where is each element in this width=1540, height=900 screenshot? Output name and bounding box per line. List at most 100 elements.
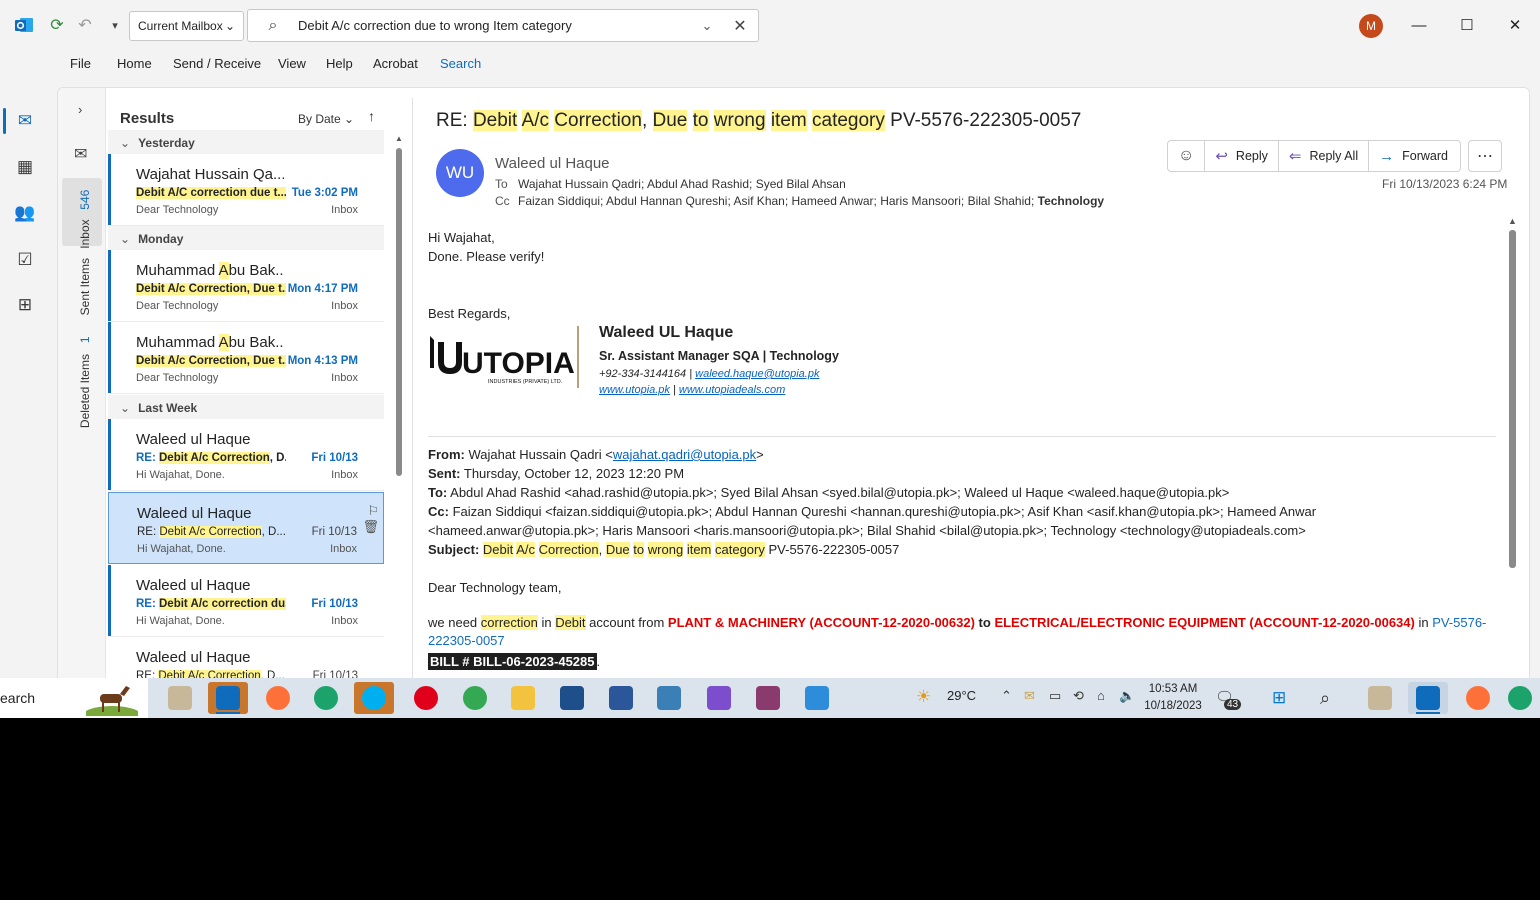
search-options-chevron-icon[interactable]: ⌄ bbox=[692, 18, 722, 34]
visual-studio-icon[interactable] bbox=[699, 682, 739, 714]
body-dear: Dear Technology team, bbox=[428, 580, 562, 595]
signature-email-link[interactable]: waleed.haque@utopia.pk bbox=[695, 368, 819, 380]
opera-icon[interactable] bbox=[406, 682, 446, 714]
list-item[interactable]: Muhammad Abu Bak... Debit A/c Correction… bbox=[108, 322, 384, 394]
weather-temp[interactable]: 29°C bbox=[947, 688, 976, 703]
reply-all-button[interactable]: ⇐ Reply All bbox=[1279, 141, 1370, 171]
maximize-icon[interactable]: ☐ bbox=[1452, 12, 1482, 38]
sender-avatar[interactable]: WU bbox=[436, 149, 484, 197]
volume-icon[interactable]: 🔈 bbox=[1119, 688, 1135, 704]
account-avatar[interactable]: M bbox=[1359, 14, 1383, 38]
mail-tray-icon[interactable]: ✉ bbox=[1024, 688, 1035, 704]
group-last-week[interactable]: ⌄ Last Week bbox=[108, 395, 384, 419]
sort-by-date-dropdown[interactable]: By Date ⌄ bbox=[298, 112, 354, 126]
tab-send-receive[interactable]: Send / Receive bbox=[173, 56, 261, 71]
item-folder: Inbox bbox=[331, 469, 358, 481]
close-icon[interactable]: ✕ bbox=[1500, 12, 1530, 38]
photos-icon[interactable] bbox=[797, 682, 837, 714]
flag-icon[interactable]: ⚐ bbox=[367, 503, 379, 519]
scroll-up-icon[interactable]: ▲ bbox=[1508, 216, 1517, 226]
outlook-taskbar-icon[interactable] bbox=[208, 682, 248, 714]
item-folder: Inbox bbox=[331, 615, 358, 627]
windows-start-icon[interactable]: ⊞ bbox=[1272, 688, 1286, 708]
body-request-cont: 222305-0057 bbox=[428, 633, 505, 648]
folder-inbox[interactable]: Inbox 546 bbox=[78, 184, 92, 249]
sync-tray-icon[interactable]: ⟲ bbox=[1073, 688, 1084, 704]
tab-acrobat[interactable]: Acrobat bbox=[373, 56, 418, 71]
firefox-icon-2[interactable] bbox=[1458, 682, 1498, 714]
outlook-taskbar-icon-2[interactable] bbox=[1408, 682, 1448, 714]
calendar-icon[interactable]: ▦ bbox=[12, 154, 38, 180]
tab-view[interactable]: View bbox=[278, 56, 306, 71]
new-mail-icon[interactable]: ✉ bbox=[74, 144, 87, 164]
list-scrollbar[interactable]: ▲ bbox=[395, 134, 403, 678]
utopia-app-icon[interactable] bbox=[160, 682, 200, 714]
people-icon[interactable]: 👥 bbox=[12, 200, 38, 226]
tab-help[interactable]: Help bbox=[326, 56, 353, 71]
search-input[interactable]: Debit A/c correction due to wrong Item c… bbox=[298, 18, 692, 33]
winrar-icon[interactable] bbox=[748, 682, 788, 714]
tab-home[interactable]: Home bbox=[117, 56, 152, 71]
tab-search[interactable]: Search bbox=[440, 56, 481, 71]
delete-icon[interactable]: 🗑 bbox=[362, 519, 379, 535]
list-item[interactable]: Waleed ul Haque RE: Debit A/c correction… bbox=[108, 565, 384, 637]
item-date: Mon 4:17 PM bbox=[287, 283, 358, 295]
sync-icon[interactable]: ⟳ bbox=[45, 13, 69, 37]
group-yesterday[interactable]: ⌄ Yesterday bbox=[108, 130, 384, 154]
list-item[interactable]: Muhammad Abu Bak... Debit A/c Correction… bbox=[108, 250, 384, 322]
word-icon[interactable] bbox=[601, 682, 641, 714]
clear-search-icon[interactable]: ✕ bbox=[722, 16, 758, 36]
scroll-thumb[interactable] bbox=[1509, 230, 1516, 568]
email-link[interactable]: wajahat.qadri@utopia.pk bbox=[613, 447, 756, 462]
reading-scrollbar[interactable]: ▲ bbox=[1508, 216, 1518, 678]
to-recipients: To Wajahat Hussain Qadri; Abdul Ahad Rash… bbox=[495, 177, 846, 191]
scroll-up-icon[interactable]: ▲ bbox=[395, 134, 403, 143]
list-item-selected[interactable]: Waleed ul Haque RE: Debit A/c Correction… bbox=[108, 492, 384, 564]
edge-icon[interactable] bbox=[306, 682, 346, 714]
list-item[interactable]: Waleed ul Haque RE: Debit A/c Correction… bbox=[108, 637, 384, 678]
firefox-icon[interactable] bbox=[258, 682, 298, 714]
file-explorer-icon[interactable] bbox=[503, 682, 543, 714]
mailbox-scope-dropdown[interactable]: Current Mailbox ⌄ bbox=[129, 11, 244, 41]
weather-icon[interactable]: ☀ bbox=[916, 687, 931, 707]
more-actions-icon[interactable]: ⋯ bbox=[1468, 140, 1502, 172]
list-item[interactable]: Waleed ul Haque RE: Debit A/c Correction… bbox=[108, 419, 384, 491]
forward-button[interactable]: → Forward bbox=[1369, 141, 1458, 171]
utopia-app-icon-2[interactable] bbox=[1360, 682, 1400, 714]
scroll-thumb[interactable] bbox=[396, 148, 402, 476]
quoted-to: To: Abdul Ahad Rashid <ahad.rashid@utopi… bbox=[428, 485, 1230, 500]
tab-file[interactable]: File bbox=[70, 56, 91, 71]
search-box[interactable]: ⌕ Debit A/c correction due to wrong Item… bbox=[247, 9, 759, 42]
taskbar-search-icon[interactable]: ⌕ bbox=[1320, 688, 1330, 709]
meet-tray-icon[interactable]: ▭ bbox=[1049, 688, 1061, 704]
network-icon[interactable]: ⌂ bbox=[1097, 688, 1105, 703]
folder-sent-items[interactable]: Sent Items bbox=[78, 258, 92, 315]
taskbar-search[interactable]: earch bbox=[0, 678, 148, 718]
sort-direction-icon[interactable]: ↑ bbox=[368, 108, 375, 124]
pane-divider[interactable] bbox=[412, 98, 413, 678]
reply-button[interactable]: ↩ Reply bbox=[1205, 141, 1279, 171]
apps-icon[interactable]: ⊞ bbox=[12, 292, 38, 318]
sender-name[interactable]: Waleed ul Haque bbox=[495, 155, 610, 172]
remote-desktop-icon[interactable] bbox=[649, 682, 689, 714]
customize-toolbar-icon[interactable]: ▾ bbox=[103, 13, 127, 37]
list-item[interactable]: Wajahat Hussain Qa... Debit A/C correcti… bbox=[108, 154, 384, 226]
emoji-reaction-button[interactable]: ☺ bbox=[1168, 141, 1206, 171]
mail-icon[interactable]: ✉ bbox=[12, 108, 38, 134]
tasks-icon[interactable]: ☑ bbox=[12, 247, 38, 273]
chrome-icon[interactable] bbox=[455, 682, 495, 714]
signature-web-link[interactable]: www.utopia.pk bbox=[599, 384, 670, 396]
signature-web-link-2[interactable]: www.utopiadeals.com bbox=[679, 384, 785, 396]
item-subject: RE: Debit A/c Correction, D... bbox=[136, 670, 286, 678]
vscode-like-icon[interactable] bbox=[552, 682, 592, 714]
expand-folder-pane-icon[interactable]: › bbox=[78, 102, 82, 117]
edge-icon-2[interactable] bbox=[1500, 682, 1540, 714]
undo-icon[interactable]: ↶ bbox=[73, 13, 97, 37]
folder-deleted-items[interactable]: Deleted Items 1 bbox=[78, 330, 92, 428]
skype-icon[interactable] bbox=[354, 682, 394, 714]
body-greeting: Hi Wajahat, bbox=[428, 230, 495, 245]
group-monday[interactable]: ⌄ Monday bbox=[108, 226, 384, 250]
show-hidden-icons-icon[interactable]: ⌃ bbox=[1001, 688, 1012, 704]
clock[interactable]: 10:53 AM 10/18/2023 bbox=[1140, 681, 1206, 715]
minimize-icon[interactable]: — bbox=[1404, 12, 1434, 38]
